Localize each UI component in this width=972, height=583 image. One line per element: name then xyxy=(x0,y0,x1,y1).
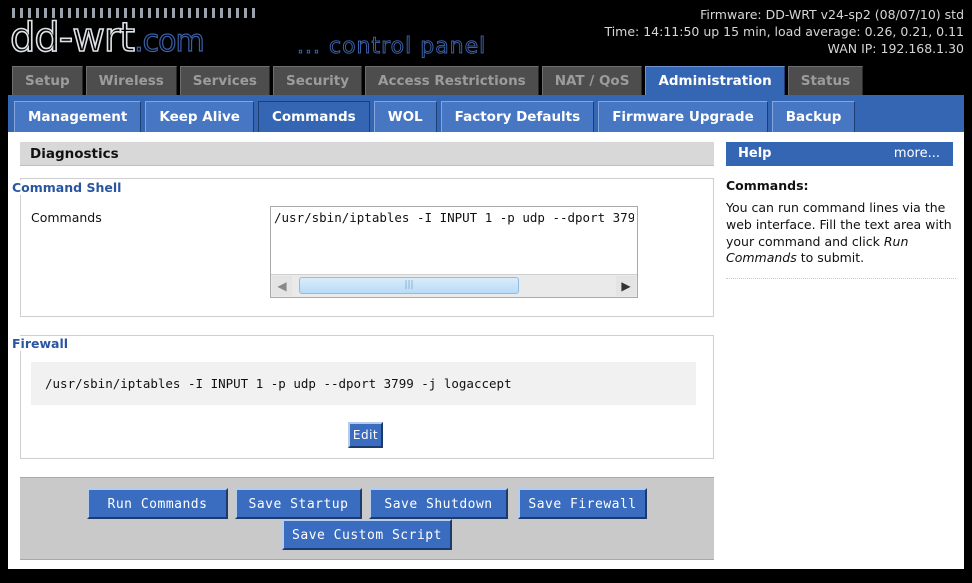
horizontal-scrollbar[interactable]: ◀ ||| ▶ xyxy=(271,274,637,297)
commands-textarea[interactable]: /usr/sbin/iptables -I INPUT 1 -p udp --d… xyxy=(270,206,638,298)
scrollbar-thumb[interactable]: ||| xyxy=(299,277,519,294)
tab-nat-qos[interactable]: NAT / QoS xyxy=(541,66,643,95)
edit-button[interactable]: Edit xyxy=(348,422,383,448)
action-button-bar: Run Commands Save Startup Save Shutdown … xyxy=(20,477,714,560)
subtab-keep-alive[interactable]: Keep Alive xyxy=(145,101,254,132)
subtab-wol[interactable]: WOL xyxy=(373,101,437,132)
tab-services[interactable]: Services xyxy=(179,66,270,95)
wan-ip: WAN IP: 192.168.1.30 xyxy=(827,41,964,56)
help-text: You can run command lines via the web in… xyxy=(726,200,952,266)
tab-security[interactable]: Security xyxy=(272,66,362,95)
subtab-firmware-upgrade[interactable]: Firmware Upgrade xyxy=(598,101,768,132)
tagline: ... control panel xyxy=(296,34,487,60)
content-panel: Diagnostics Command Shell Commands /usr/… xyxy=(8,132,964,569)
scroll-left-icon[interactable]: ◀ xyxy=(272,276,292,296)
header: dd-wrt.com ... control panel Firmware: D… xyxy=(0,0,972,68)
logo: dd-wrt.com xyxy=(9,14,205,62)
save-firewall-button[interactable]: Save Firewall xyxy=(518,488,647,519)
command-shell-legend: Command Shell xyxy=(12,180,122,195)
subtab-management[interactable]: Management xyxy=(14,101,142,132)
save-shutdown-button[interactable]: Save Shutdown xyxy=(369,488,508,519)
tab-access-restrictions[interactable]: Access Restrictions xyxy=(365,66,539,95)
tab-wireless[interactable]: Wireless xyxy=(85,66,177,95)
subtab-commands[interactable]: Commands xyxy=(257,101,370,132)
firmware-version: Firmware: DD-WRT v24-sp2 (08/07/10) std xyxy=(700,7,964,22)
main-tabs: Setup Wireless Services Security Access … xyxy=(12,66,864,95)
firewall-script-text: /usr/sbin/iptables -I INPUT 1 -p udp --d… xyxy=(45,376,512,391)
help-heading: Commands: xyxy=(726,178,809,193)
sub-tabs: Management Keep Alive Commands WOL Facto… xyxy=(14,101,856,132)
router-info: Firmware: DD-WRT v24-sp2 (08/07/10) std … xyxy=(604,6,964,57)
firewall-script-box: /usr/sbin/iptables -I INPUT 1 -p udp --d… xyxy=(31,362,696,405)
scroll-right-icon[interactable]: ▶ xyxy=(616,276,636,296)
diagnostics-header: Diagnostics xyxy=(20,142,714,166)
run-commands-button[interactable]: Run Commands xyxy=(87,488,228,519)
uptime-load: Time: 14:11:50 up 15 min, load average: … xyxy=(604,24,964,39)
commands-label: Commands xyxy=(31,210,102,225)
tab-setup[interactable]: Setup xyxy=(12,66,83,95)
help-divider xyxy=(726,278,956,279)
firewall-legend: Firewall xyxy=(12,336,69,351)
help-header: Help more... xyxy=(726,142,953,166)
tab-administration[interactable]: Administration xyxy=(645,66,785,95)
subtab-backup[interactable]: Backup xyxy=(771,101,856,132)
help-more-link[interactable]: more... xyxy=(894,142,940,166)
save-startup-button[interactable]: Save Startup xyxy=(235,488,362,519)
save-custom-script-button[interactable]: Save Custom Script xyxy=(282,519,452,550)
tab-status[interactable]: Status xyxy=(787,66,864,95)
subtab-factory-defaults[interactable]: Factory Defaults xyxy=(440,101,595,132)
commands-text: /usr/sbin/iptables -I INPUT 1 -p udp --d… xyxy=(274,210,634,225)
help-title: Help xyxy=(738,146,772,161)
